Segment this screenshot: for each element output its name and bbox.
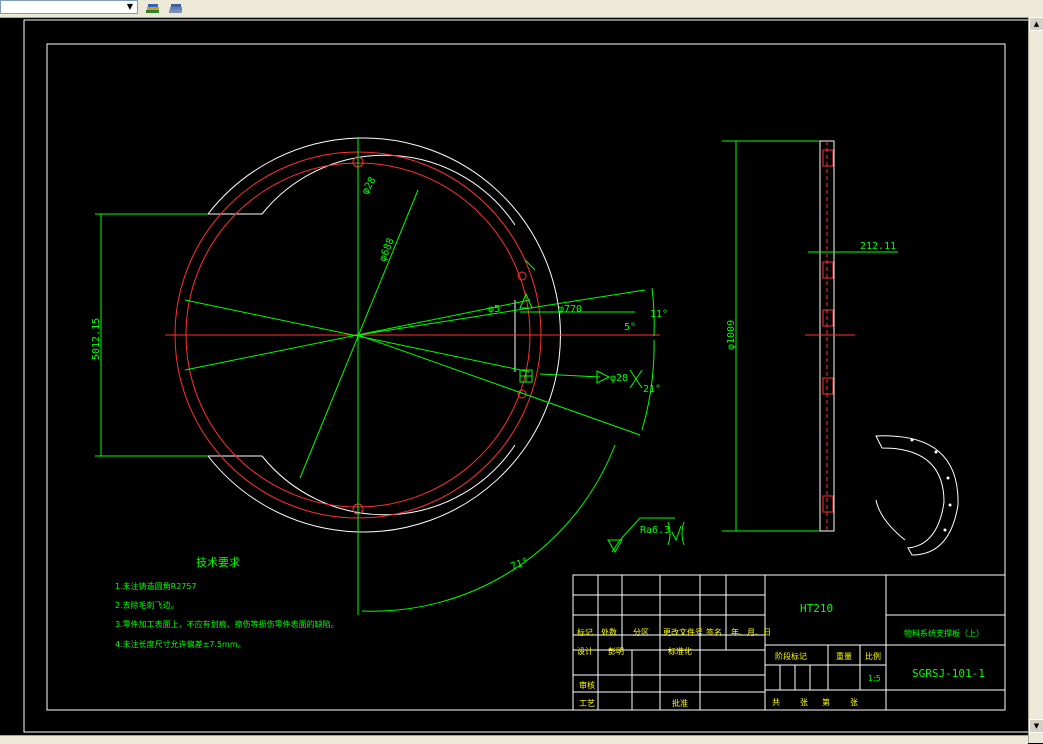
isometric-preview [875, 435, 959, 556]
row-label: 处数 [601, 627, 617, 637]
sheet-of: 张 [850, 698, 858, 707]
sheet-label: 第 [822, 697, 830, 707]
dim-angle-71: 71° [509, 556, 530, 573]
dim-side-height: φ1009 [726, 320, 737, 350]
dim-side-thickness: 212.11 [860, 241, 896, 252]
design-name: 彭明 [608, 646, 624, 656]
dimension-texts: φ28 φ688 φ5 φ770 11° 5° 21° φ28 71° 5012… [91, 175, 670, 572]
dim-phi5: φ5 [488, 304, 500, 315]
material-text: HT210 [800, 602, 833, 615]
chevron-down-icon[interactable]: ▼ [124, 1, 136, 13]
standardize-label: 标准化 [668, 646, 692, 656]
dim-angle-21: 21° [643, 384, 661, 395]
row-label: 分区 [633, 628, 649, 637]
tech-item: 3.零件加工表面上，不应有划痕、擦伤等损伤零件表面的缺陷。 [115, 619, 339, 629]
scroll-down-button[interactable]: ▼ [1029, 719, 1043, 733]
scale-label: 比例 [865, 651, 881, 661]
layer-previous-icon[interactable] [168, 0, 184, 14]
vertical-scrollbar[interactable]: ▲ ▼ [1028, 17, 1043, 743]
sheets-label: 共 [772, 698, 780, 707]
dim-phi770: φ770 [558, 304, 582, 315]
process-label: 工艺 [579, 699, 595, 708]
dimension-lines [95, 137, 685, 615]
ring-plan-view [165, 137, 660, 533]
tech-title: 技术要求 [196, 556, 240, 569]
scroll-up-button[interactable]: ▲ [1029, 17, 1043, 31]
row-label: 更改文件号 [663, 627, 703, 637]
tech-item: 1.未注铸造圆角R2757 [115, 581, 197, 591]
sheets-of: 张 [800, 698, 808, 707]
weight-label: 重量 [836, 651, 852, 661]
dim-angle-11: 11° [650, 309, 668, 320]
tech-requirements: 技术要求 1.未注铸造圆角R2757 2.去除毛刺飞边。 3.零件加工表面上，不… [115, 556, 339, 649]
dim-phi28-top: φ28 [360, 175, 379, 196]
design-label: 设计 [577, 646, 593, 656]
dim-width-left: 5012.15 [91, 318, 102, 360]
tech-item: 2.去除毛刺飞边。 [115, 600, 179, 610]
approve-label: 批准 [672, 698, 688, 708]
title-block [572, 574, 1006, 711]
stage-label: 阶段标记 [775, 651, 807, 661]
drawing-number: SGRSJ-101-1 [912, 667, 985, 680]
row-label: 标记 [577, 627, 593, 637]
row-label: 年、月、日 [731, 627, 771, 637]
toolbar: ▼ [0, 0, 1043, 18]
roughness-symbol: Ra6.3 [640, 525, 670, 536]
part-name: 物料系统支撑板（上） [904, 628, 984, 638]
tech-item: 4.未注长度尺寸允许偏差±7.5mm。 [115, 639, 246, 649]
dim-phi28-right: φ28 [610, 373, 628, 384]
layer-combo[interactable]: ▼ [0, 0, 138, 14]
scale-value: 1:5 [868, 674, 881, 683]
side-view: φ1009 212.11 [722, 140, 898, 532]
layer-states-icon[interactable] [145, 0, 161, 14]
row-label: 签名 [706, 627, 722, 637]
cad-drawing[interactable]: φ28 φ688 φ5 φ770 11° 5° 21° φ28 71° 5012… [0, 17, 1028, 735]
review-label: 审核 [579, 680, 595, 690]
dim-angle-5: 5° [624, 322, 636, 333]
